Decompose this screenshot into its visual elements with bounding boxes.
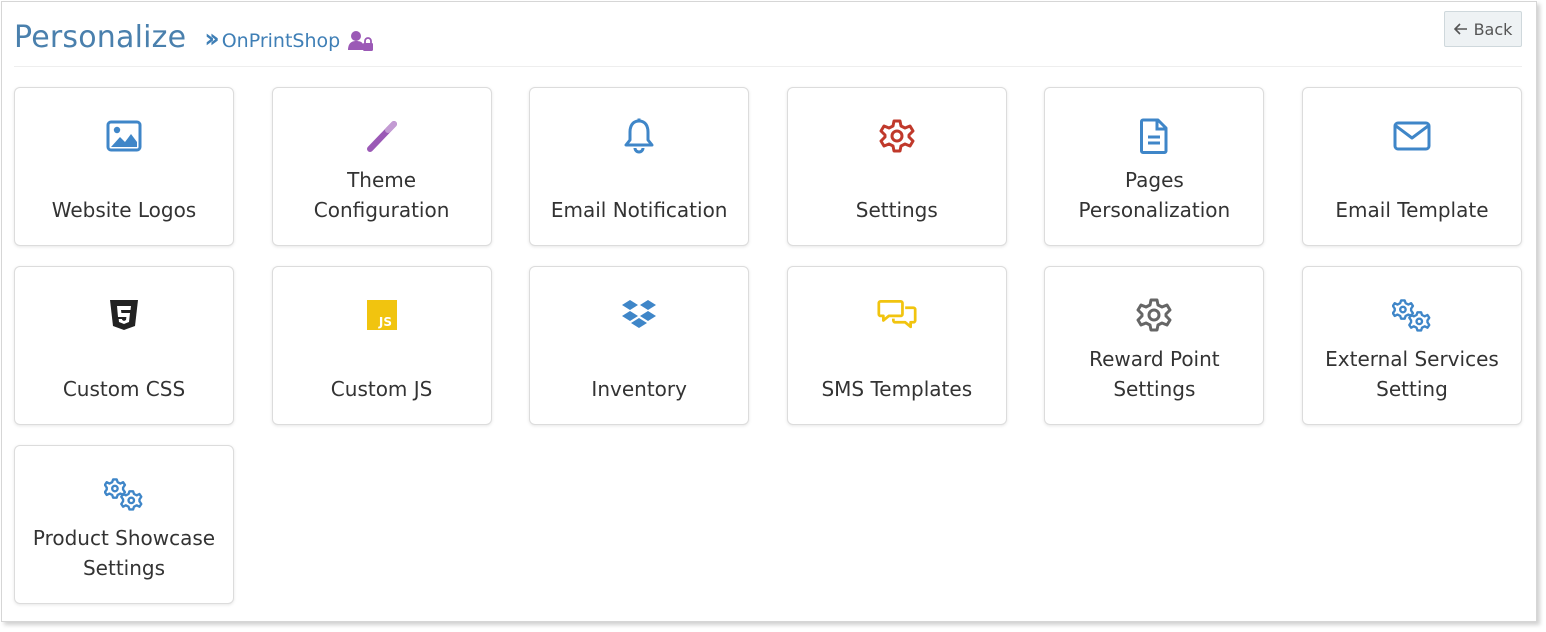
tile-custom-css[interactable]: Custom CSS [14,266,234,425]
personalize-panel: Personalize ›› OnPrintShop Back Website … [1,1,1537,622]
tile-reward-point-settings[interactable]: Reward Point Settings [1044,266,1265,425]
js-icon: JS [362,295,402,335]
tile-product-showcase-settings[interactable]: Product Showcase Settings [14,445,234,604]
file-icon [1134,116,1174,156]
gear-icon [877,116,917,156]
tile-label: External Services Setting [1325,347,1499,401]
bell-icon [619,116,659,156]
tile-external-services-setting[interactable]: External Services Setting [1301,266,1522,425]
tile-email-template[interactable]: Email Template [1301,87,1522,246]
tile-inventory[interactable]: Inventory [529,266,750,425]
envelope-icon [1392,116,1432,156]
tile-label: Custom JS [330,377,433,401]
tile-label: Inventory [591,377,687,401]
store-link[interactable]: OnPrintShop [222,30,341,52]
magic-wand-icon [362,116,402,156]
dropbox-icon [619,295,659,335]
tile-website-logos[interactable]: Website Logos [14,87,234,246]
gears-icon [1391,295,1432,335]
arrow-left-icon [1453,20,1468,39]
tile-settings[interactable]: Settings [786,87,1007,246]
chat-bubbles-icon [877,295,917,335]
tile-label: Product Showcase Settings [32,526,216,580]
svg-text:JS: JS [377,315,391,329]
tile-label: Website Logos [51,198,197,222]
header-divider [14,66,1522,67]
tile-label: Email Notification [550,198,728,222]
gears-icon [104,474,144,514]
tile-label: Email Template [1335,198,1489,222]
tile-label: Reward Point Settings [1089,347,1220,401]
tile-label: Pages Personalization [1078,168,1231,222]
breadcrumb-separator: ›› [204,24,220,54]
personalize-tiles: Website Logos Theme Configuration Email … [14,87,1522,604]
tile-pages-personalization[interactable]: Pages Personalization [1044,87,1265,246]
image-icon [104,116,144,156]
tile-sms-templates[interactable]: SMS Templates [786,266,1007,425]
tile-label: Theme Configuration [313,168,450,222]
tile-email-notification[interactable]: Email Notification [529,87,750,246]
tile-theme-configuration[interactable]: Theme Configuration [271,87,492,246]
tile-label: SMS Templates [821,377,973,401]
back-button-label: Back [1473,19,1513,39]
user-lock-icon [348,30,374,52]
css3-icon [104,295,144,335]
gear-icon [1134,295,1174,335]
tile-label: Settings [855,198,938,222]
tile-custom-js[interactable]: JS Custom JS [271,266,492,425]
tile-label: Custom CSS [62,377,186,401]
back-button[interactable]: Back [1444,11,1522,47]
page-header: Personalize ›› OnPrintShop [14,12,374,62]
page-title: Personalize [14,19,187,55]
